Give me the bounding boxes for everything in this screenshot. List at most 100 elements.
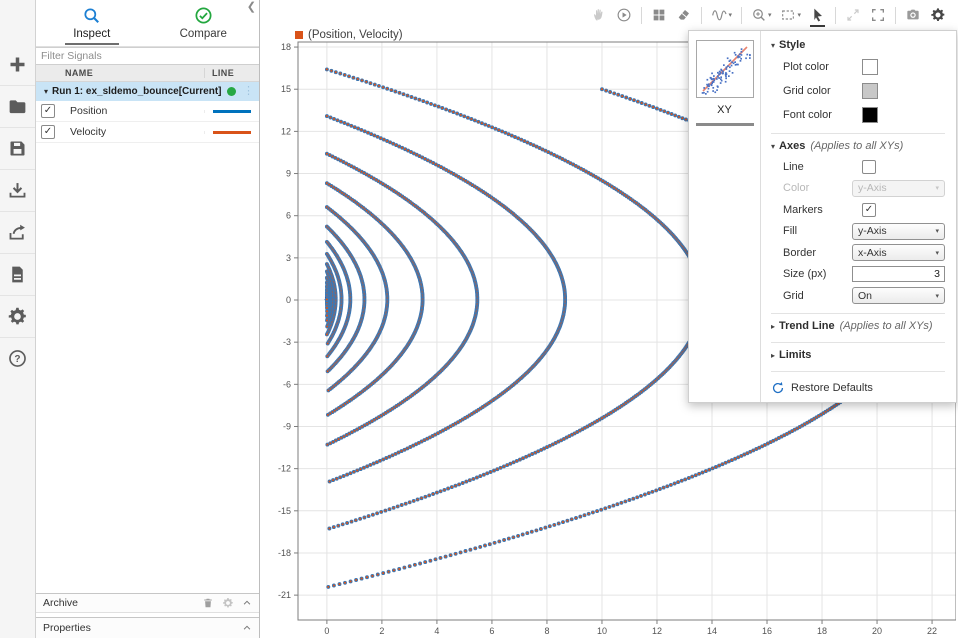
filter-signals-input[interactable] — [36, 47, 259, 65]
grid-dropdown[interactable]: On▾ — [852, 287, 945, 304]
tab-inspect[interactable]: Inspect — [36, 0, 148, 46]
collapse-sidebar-chevron[interactable]: ❮ — [247, 2, 256, 13]
snapshot-button[interactable] — [905, 7, 921, 23]
size-row: Size (px) — [771, 264, 945, 286]
archive-gear-icon[interactable] — [222, 597, 234, 609]
svg-text:-12: -12 — [278, 464, 291, 474]
run-row[interactable]: ▾ Run 1: ex_sldemo_bounce[Current] ⋮ — [36, 82, 259, 101]
svg-text:0: 0 — [286, 295, 291, 305]
chevron-down-icon: ▾ — [768, 11, 772, 19]
camera-icon — [905, 7, 921, 23]
preferences-button[interactable] — [0, 296, 35, 338]
style-section-header[interactable]: ▾ Style — [771, 39, 945, 55]
plus-icon — [7, 54, 28, 75]
font-color-swatch[interactable] — [862, 107, 878, 123]
svg-text:-6: -6 — [283, 379, 291, 389]
export-button[interactable] — [0, 212, 35, 254]
run-options-kebab[interactable]: ⋮ — [243, 86, 254, 97]
archive-bar[interactable]: Archive — [36, 593, 259, 613]
fill-row: Fill y-Axis▾ — [771, 221, 945, 243]
add-button[interactable] — [0, 44, 35, 86]
layout-grid-button[interactable] — [651, 7, 667, 23]
archive-collapse-chevron-icon[interactable] — [242, 598, 252, 608]
position-line-sample — [213, 110, 251, 113]
eraser-icon — [676, 7, 692, 23]
visualization-settings-popup: XY ▾ Style Plot color Grid color Font co… — [688, 30, 957, 403]
play-circle-icon — [616, 7, 632, 23]
app-toolstrip — [0, 0, 36, 638]
position-checkbox[interactable] — [41, 104, 55, 118]
gear-icon — [7, 306, 28, 327]
trash-icon[interactable] — [202, 597, 214, 609]
open-button[interactable] — [0, 86, 35, 128]
tab-compare[interactable]: Compare — [148, 0, 260, 46]
xy-visualization-thumbnail[interactable] — [696, 40, 754, 98]
plot-toolbar: ▾ ▾ ▾ — [591, 0, 958, 30]
restore-defaults-button[interactable]: Restore Defaults — [771, 381, 945, 395]
xy-visualization-label: XY — [717, 104, 732, 116]
limits-section-header[interactable]: ▸ Limits — [771, 349, 945, 365]
import-button[interactable] — [0, 170, 35, 212]
tab-compare-label: Compare — [180, 28, 227, 40]
signal-name: Velocity — [70, 126, 204, 138]
help-icon — [7, 348, 28, 369]
visualization-settings-button[interactable] — [930, 7, 946, 23]
report-button[interactable] — [0, 254, 35, 296]
help-button[interactable] — [0, 338, 35, 379]
properties-bar[interactable]: Properties — [36, 617, 259, 638]
fill-dropdown[interactable]: y-Axis▾ — [852, 223, 945, 240]
clear-plots-button[interactable] — [676, 7, 692, 23]
svg-text:6: 6 — [286, 211, 291, 221]
svg-text:4: 4 — [434, 626, 439, 636]
trend-line-section-header[interactable]: ▸ Trend Line (Applies to all XYs) — [771, 320, 945, 336]
pointer-button[interactable] — [810, 7, 826, 23]
svg-text:18: 18 — [281, 42, 291, 52]
svg-text:9: 9 — [286, 169, 291, 179]
chevron-down-icon: ▾ — [771, 142, 775, 151]
svg-text:8: 8 — [544, 626, 549, 636]
save-icon — [7, 138, 28, 159]
properties-label: Properties — [43, 622, 234, 634]
run-expand-caret[interactable]: ▾ — [44, 87, 48, 96]
color-dropdown[interactable]: y-Axis▾ — [852, 180, 945, 197]
plot-color-swatch[interactable] — [862, 59, 878, 75]
properties-collapse-chevron-icon[interactable] — [242, 623, 252, 633]
signals-menu-button[interactable]: ▾ — [711, 7, 732, 23]
markers-checkbox[interactable] — [862, 203, 876, 217]
tab-inspect-label: Inspect — [73, 28, 110, 40]
border-dropdown[interactable]: x-Axis▾ — [852, 244, 945, 261]
line-checkbox[interactable] — [862, 160, 876, 174]
fit-to-view-button[interactable]: ▾ — [780, 7, 801, 23]
hand-icon — [591, 7, 607, 23]
signal-row-velocity[interactable]: Velocity — [36, 122, 259, 143]
line-row: Line — [771, 156, 945, 178]
fullscreen-button[interactable] — [870, 7, 886, 23]
sidebar: Inspect Compare ❮ NAME LINE ▾ Run 1: ex_… — [36, 0, 260, 638]
folder-icon — [7, 96, 28, 117]
chevron-right-icon: ▸ — [771, 322, 775, 331]
chevron-down-icon: ▾ — [771, 41, 775, 50]
signal-name: Position — [70, 105, 204, 117]
velocity-checkbox[interactable] — [41, 125, 55, 139]
font-color-row: Font color — [771, 103, 945, 127]
svg-text:22: 22 — [927, 626, 937, 636]
restore-view-button[interactable] — [845, 7, 861, 23]
replay-button[interactable] — [616, 7, 632, 23]
svg-text:-9: -9 — [283, 421, 291, 431]
chevron-down-icon: ▾ — [935, 227, 939, 235]
svg-text:6: 6 — [489, 626, 494, 636]
axes-section-header[interactable]: ▾ Axes (Applies to all XYs) — [771, 140, 945, 156]
zoom-in-button[interactable]: ▾ — [751, 7, 772, 23]
signal-row-position[interactable]: Position — [36, 101, 259, 122]
save-button[interactable] — [0, 128, 35, 170]
pan-button[interactable] — [591, 7, 607, 23]
magnifier-icon — [82, 6, 101, 25]
svg-text:12: 12 — [281, 126, 291, 136]
svg-text:3: 3 — [286, 253, 291, 263]
grid-color-swatch[interactable] — [862, 83, 878, 99]
grid-icon — [651, 7, 667, 23]
svg-text:20: 20 — [872, 626, 882, 636]
marker-size-input[interactable] — [852, 266, 945, 282]
run-label: Run 1: ex_sldemo_bounce[Current] — [52, 86, 227, 97]
column-header-line: LINE — [204, 68, 259, 78]
